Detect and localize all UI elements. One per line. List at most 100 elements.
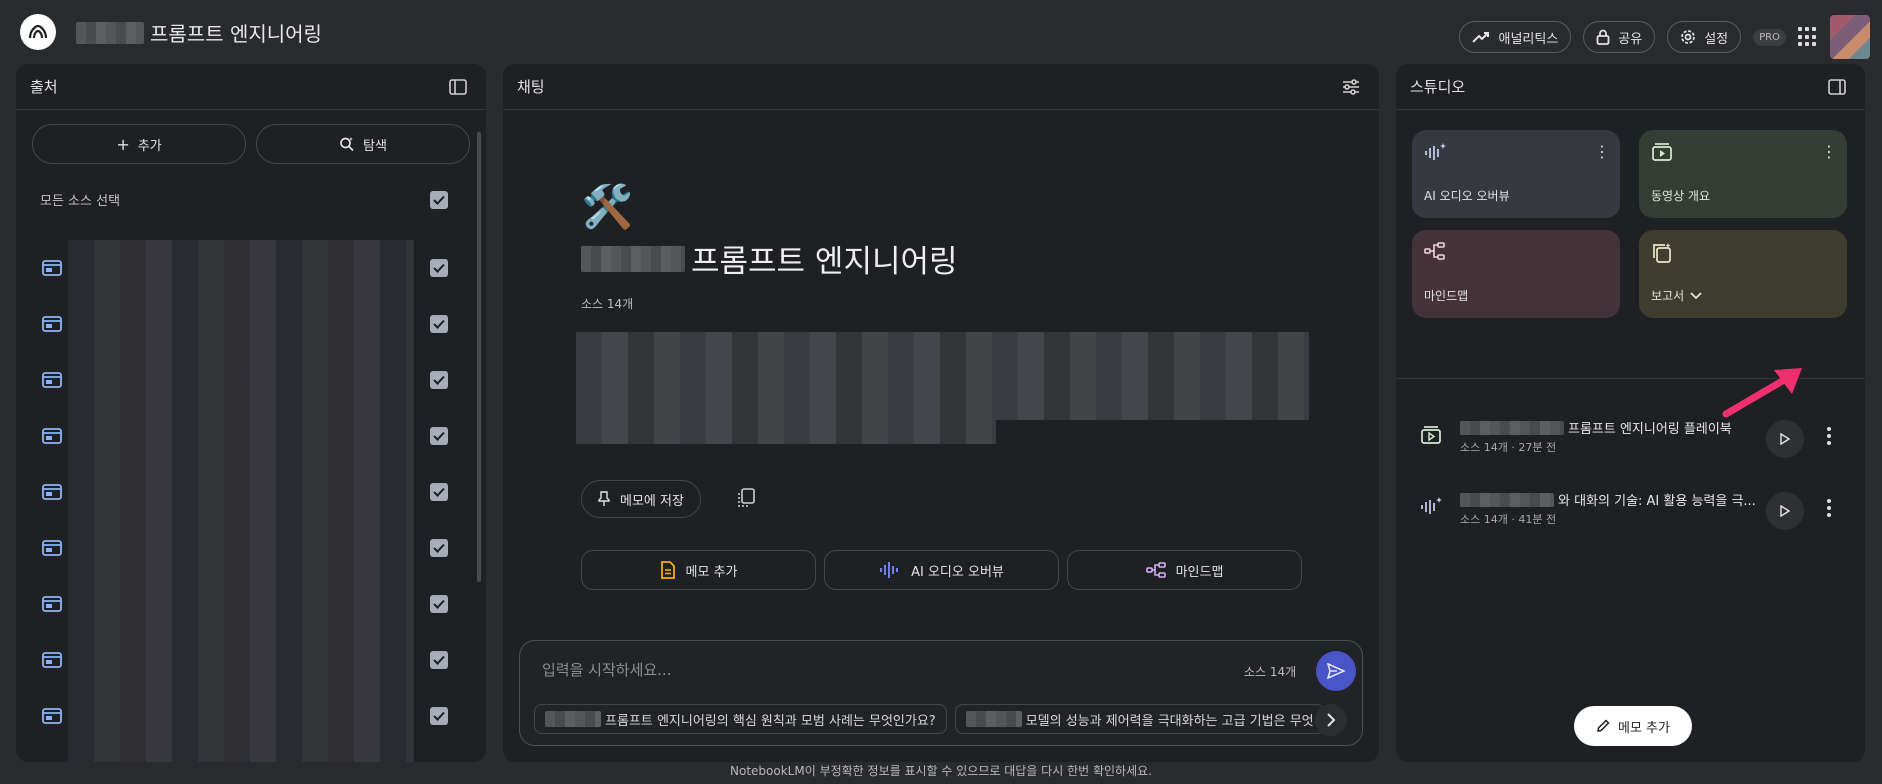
settings-button[interactable]: 설정 — [1667, 21, 1742, 53]
source-checkbox[interactable] — [430, 707, 448, 725]
web-source-icon — [42, 652, 62, 668]
chevron-right-icon — [1327, 713, 1336, 727]
source-list-item[interactable] — [16, 296, 486, 352]
save-to-memo-button[interactable]: 메모에 저장 — [581, 480, 701, 518]
explore-source-label: 탐색 — [363, 138, 387, 154]
source-list-item[interactable] — [16, 408, 486, 464]
sources-panel: 출처 + 추가 탐색 모든 소스 선택 — [16, 64, 486, 762]
add-memo-button[interactable]: 메모 추가 — [1574, 706, 1692, 746]
source-checkbox[interactable] — [430, 483, 448, 501]
chevron-down-icon[interactable] — [1690, 291, 1702, 300]
source-checkbox[interactable] — [430, 259, 448, 277]
sources-header: 출처 — [16, 64, 486, 110]
hero-title: 프롬프트 엔지니어링 — [691, 244, 958, 280]
search-sparkle-icon — [340, 137, 354, 152]
suggested-question-1[interactable]: 프롬프트 엔지니어링의 핵심 원칙과 모범 사례는 무엇인가요? — [534, 704, 947, 734]
source-list — [16, 240, 486, 762]
video-overview-card[interactable]: ⋮ 동영상 개요 — [1639, 130, 1847, 218]
report-card[interactable]: 보고서 — [1639, 230, 1847, 318]
source-checkbox[interactable] — [430, 539, 448, 557]
avatar[interactable] — [1830, 15, 1870, 59]
web-source-icon — [42, 708, 62, 724]
mindmap-action-button[interactable]: 마인드맵 — [1067, 550, 1302, 590]
source-list-item[interactable] — [16, 744, 486, 762]
audio-sparkle-icon — [1421, 497, 1442, 514]
play-button[interactable] — [1766, 420, 1804, 458]
source-title-redacted — [68, 352, 414, 408]
mindmap-icon — [1145, 562, 1166, 578]
source-list-item[interactable] — [16, 576, 486, 632]
audio-overview-action-button[interactable]: AI 오디오 오버뷰 — [824, 550, 1059, 590]
source-list-item[interactable] — [16, 520, 486, 576]
source-title-redacted — [68, 240, 414, 296]
artifact-item-audio[interactable]: 와 대화의 기술: AI 활용 능력을 극... 소스 14개 · 41분 전 — [1396, 480, 1865, 536]
report-icon — [1653, 243, 1671, 263]
mindmap-card[interactable]: 마인드맵 — [1412, 230, 1620, 318]
suggested-question-1-label: 프롬프트 엔지니어링의 핵심 원칙과 모범 사례는 무엇인가요? — [605, 713, 936, 729]
source-list-item[interactable] — [16, 632, 486, 688]
play-button[interactable] — [1766, 492, 1804, 530]
explore-source-button[interactable]: 탐색 — [256, 124, 470, 164]
select-all-row[interactable]: 모든 소스 선택 — [16, 164, 486, 209]
sources-scrollbar[interactable] — [477, 132, 481, 582]
gear-icon — [1681, 30, 1696, 44]
save-to-memo-label: 메모에 저장 — [620, 493, 684, 509]
select-all-checkbox[interactable] — [430, 190, 448, 209]
redacted-block — [1460, 492, 1554, 507]
add-memo-label: 메모 추가 — [1618, 720, 1670, 736]
web-source-icon — [42, 540, 62, 556]
audio-overview-card-label: AI 오디오 오버뷰 — [1424, 189, 1510, 203]
artifact-title-text: 와 대화의 기술: AI 활용 능력을 극... — [1558, 494, 1756, 509]
source-list-item[interactable] — [16, 352, 486, 408]
report-card-text: 보고서 — [1651, 289, 1685, 303]
suggestions-next-button[interactable] — [1315, 704, 1347, 736]
add-memo-action-label: 메모 추가 — [685, 564, 738, 580]
tune-icon[interactable] — [1339, 75, 1363, 99]
collapse-panel-icon[interactable] — [446, 75, 470, 99]
notebook-title[interactable]: 프롬프트 엔지니어링 — [150, 18, 322, 47]
top-bar: 프롬프트 엔지니어링 애널리틱스 공유 설정 PRO — [0, 0, 1882, 62]
more-vert-icon[interactable] — [1826, 426, 1832, 446]
more-vert-icon[interactable]: ⋮ — [1594, 142, 1610, 161]
add-source-button[interactable]: + 추가 — [32, 124, 246, 164]
source-checkbox[interactable] — [430, 651, 448, 669]
source-title-redacted — [68, 576, 414, 632]
mindmap-action-label: 마인드맵 — [1175, 564, 1224, 580]
notebook-title-area[interactable]: 프롬프트 엔지니어링 — [76, 18, 322, 47]
play-icon — [1780, 505, 1790, 517]
suggested-question-2-label: 모델의 성능과 제어력을 극대화하는 고급 기법은 무엇 — [1025, 713, 1314, 729]
more-vert-icon[interactable]: ⋮ — [1821, 142, 1837, 161]
web-source-icon — [42, 596, 62, 612]
apps-grid-icon[interactable] — [1798, 27, 1818, 47]
source-checkbox[interactable] — [430, 315, 448, 333]
chat-input[interactable]: 입력을 시작하세요... — [542, 659, 671, 680]
more-vert-icon[interactable] — [1826, 498, 1832, 518]
artifact-title: 와 대화의 기술: AI 활용 능력을 극... — [1460, 490, 1756, 509]
send-button[interactable] — [1316, 651, 1356, 691]
disclaimer-footer: NotebookLM이 부정확한 정보를 표시할 수 있으므로 대답을 다시 한… — [730, 764, 1152, 778]
audio-wave-icon — [880, 562, 899, 578]
analytics-button[interactable]: 애널리틱스 — [1459, 21, 1572, 53]
audio-sparkle-icon — [1425, 143, 1446, 160]
notebook-hero: 🛠️ 프롬프트 엔지니어링 소스 14개 — [581, 182, 958, 312]
source-title-redacted — [68, 744, 414, 762]
audio-overview-card[interactable]: ⋮ AI 오디오 오버뷰 — [1412, 130, 1620, 218]
source-list-item[interactable] — [16, 240, 486, 296]
notebooklm-logo-icon[interactable] — [20, 14, 56, 50]
report-card-label: 보고서 — [1651, 287, 1702, 304]
collapse-panel-icon[interactable] — [1825, 75, 1849, 99]
share-button[interactable]: 공유 — [1583, 21, 1656, 53]
pro-badge: PRO — [1753, 28, 1786, 46]
artifact-title: 프롬프트 엔지니어링 플레이북 — [1460, 418, 1732, 437]
source-checkbox[interactable] — [430, 595, 448, 613]
copy-icon[interactable] — [737, 488, 759, 510]
source-list-item[interactable] — [16, 688, 486, 744]
source-list-item[interactable] — [16, 464, 486, 520]
add-memo-action-button[interactable]: 메모 추가 — [581, 550, 816, 590]
source-title-redacted — [68, 408, 414, 464]
suggested-question-2[interactable]: 모델의 성능과 제어력을 극대화하는 고급 기법은 무엇 — [954, 704, 1325, 734]
source-checkbox[interactable] — [430, 427, 448, 445]
source-checkbox[interactable] — [430, 371, 448, 389]
pin-icon — [598, 491, 610, 506]
plus-icon: + — [116, 134, 130, 154]
